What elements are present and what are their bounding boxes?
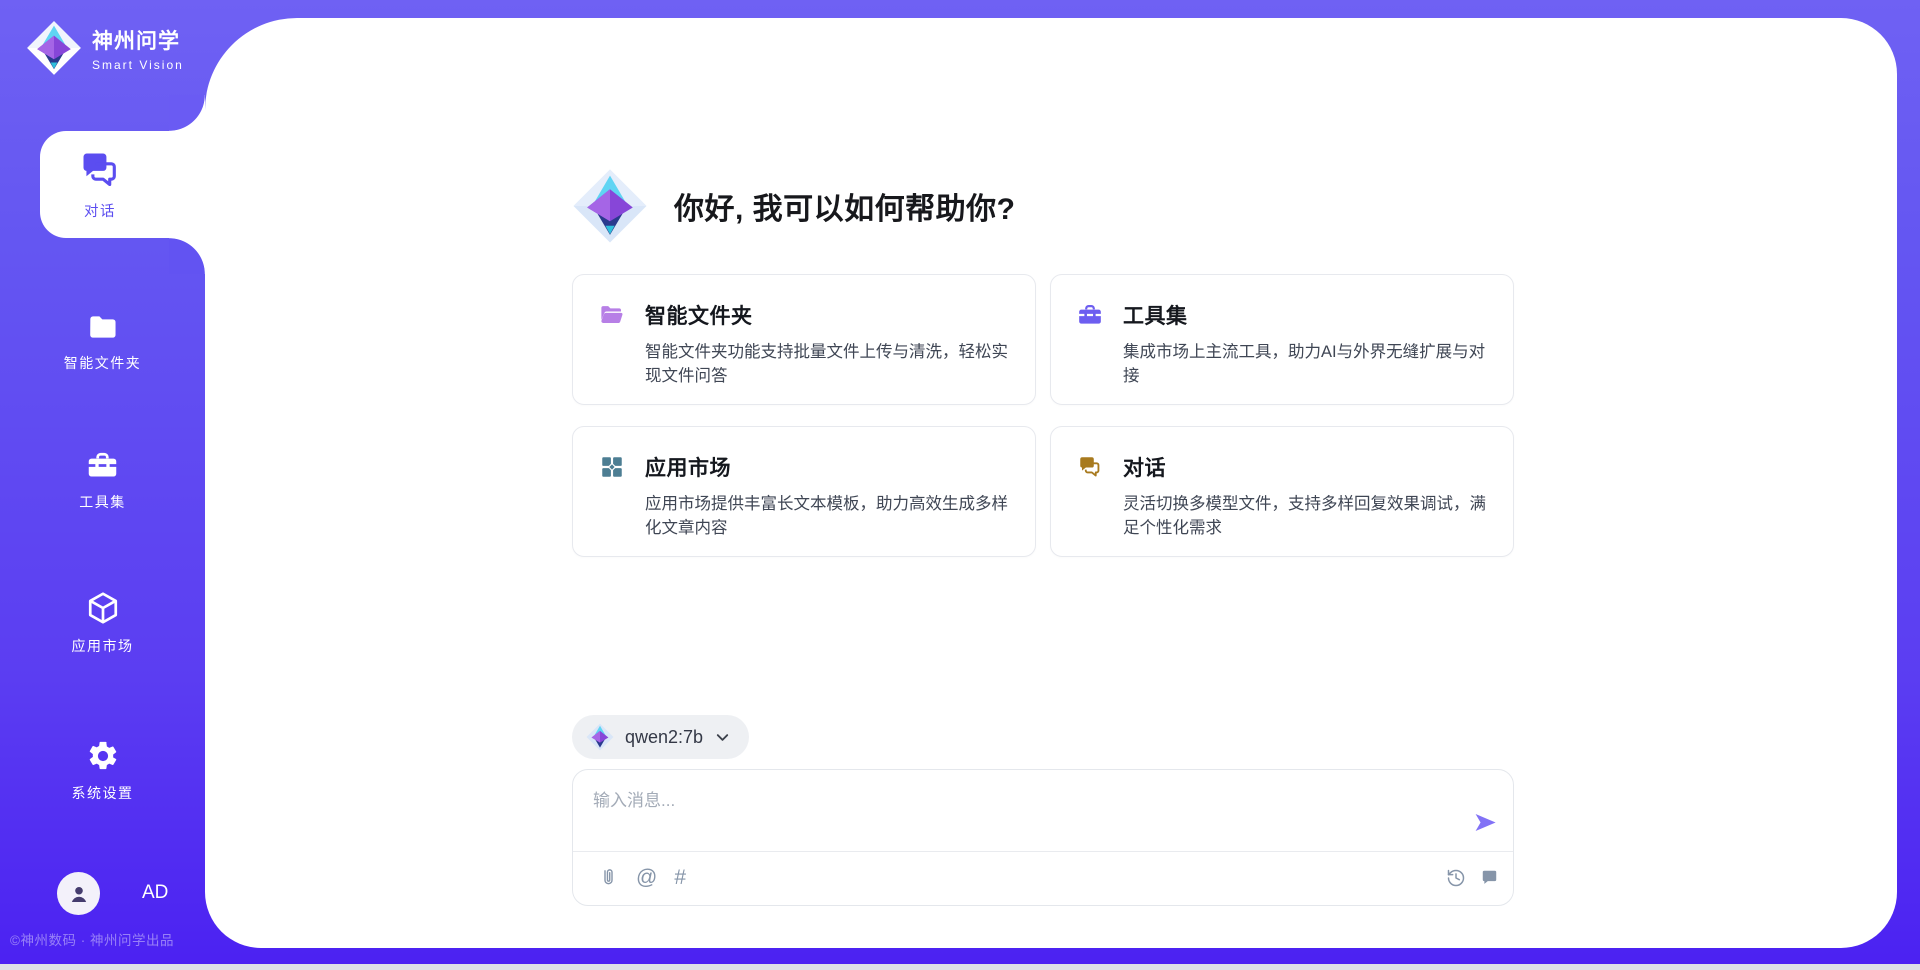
active-tab-fillet-bottom [169, 238, 205, 274]
sidebar-item-chat[interactable]: 对话 [40, 131, 205, 238]
sidebar-item-label: 应用市场 [0, 636, 205, 656]
sidebar-item-label: 智能文件夹 [0, 353, 205, 373]
gear-icon [86, 739, 120, 773]
card-description: 集成市场上主流工具，助力AI与外界无缝扩展与对接 [1123, 340, 1499, 388]
send-icon [1472, 809, 1499, 836]
model-logo-icon [586, 723, 614, 751]
toolbox-icon [1077, 302, 1103, 328]
composer-toolbar: @ # [573, 850, 1513, 905]
user-name: AD [142, 882, 168, 904]
folder-icon [87, 311, 119, 343]
card-description: 灵活切换多模型文件，支持多样回复效果调试，满足个性化需求 [1123, 492, 1499, 540]
card-description: 应用市场提供丰富长文本模板，助力高效生成多样化文章内容 [645, 492, 1021, 540]
sidebar-item-app-market[interactable]: 应用市场 [0, 590, 205, 656]
hash-icon[interactable]: # [674, 867, 686, 888]
cube-icon [85, 590, 121, 626]
send-button[interactable] [1470, 807, 1500, 837]
card-description: 智能文件夹功能支持批量文件上传与清洗，轻松实现文件问答 [645, 340, 1021, 388]
model-name: qwen2:7b [625, 727, 703, 748]
user-avatar-icon [66, 881, 92, 907]
card-app-market[interactable]: 应用市场 应用市场提供丰富长文本模板，助力高效生成多样化文章内容 [572, 426, 1036, 557]
card-title: 智能文件夹 [645, 300, 753, 330]
user-profile[interactable]: AD [0, 872, 205, 916]
sidebar-item-label: 对话 [84, 200, 116, 221]
feature-cards: 智能文件夹 智能文件夹功能支持批量文件上传与清洗，轻松实现文件问答 工具集 [572, 274, 1514, 557]
toolbox-icon [86, 449, 119, 482]
sidebar-item-toolset[interactable]: 工具集 [0, 449, 205, 512]
app-grid-icon [599, 454, 625, 480]
brand-subtitle: Smart Vision [92, 58, 184, 72]
at-icon[interactable]: @ [636, 867, 657, 888]
message-input[interactable] [573, 770, 1513, 850]
chat-bubbles-icon [1077, 454, 1103, 480]
chat-bubble-icon[interactable] [1480, 868, 1499, 887]
sidebar-item-smart-folder[interactable]: 智能文件夹 [0, 311, 205, 373]
sidebar: 神州问学 Smart Vision 对话 智能文件夹 [0, 0, 205, 970]
assistant-logo-icon [572, 168, 648, 244]
greeting-text: 你好, 我可以如何帮助你? [674, 184, 1016, 228]
copyright: ©神州数码 · 神州问学出品 [10, 929, 174, 949]
composer: @ # [572, 769, 1514, 906]
card-smart-folder[interactable]: 智能文件夹 智能文件夹功能支持批量文件上传与清洗，轻松实现文件问答 [572, 274, 1036, 405]
card-chat[interactable]: 对话 灵活切换多模型文件，支持多样回复效果调试，满足个性化需求 [1050, 426, 1514, 557]
history-icon[interactable] [1446, 868, 1466, 888]
app-window: 神州问学 Smart Vision 对话 智能文件夹 [0, 0, 1920, 970]
brand-name: 神州问学 [92, 25, 184, 55]
greeting-block: 你好, 我可以如何帮助你? [572, 168, 1016, 244]
card-title: 应用市场 [645, 452, 731, 482]
avatar[interactable] [57, 872, 100, 915]
sidebar-item-label: 系统设置 [0, 783, 205, 803]
bottom-strip [0, 964, 1920, 970]
active-tab-fillet-top [169, 95, 205, 131]
brand: 神州问学 Smart Vision [26, 20, 184, 76]
card-toolset[interactable]: 工具集 集成市场上主流工具，助力AI与外界无缝扩展与对接 [1050, 274, 1514, 405]
sidebar-item-settings[interactable]: 系统设置 [0, 739, 205, 803]
paperclip-icon[interactable] [598, 867, 619, 889]
sidebar-item-label: 工具集 [0, 492, 205, 512]
folder-open-icon [599, 302, 625, 328]
chat-bubbles-icon [78, 148, 122, 192]
card-title: 工具集 [1123, 300, 1188, 330]
brand-logo-icon [26, 20, 82, 76]
card-title: 对话 [1123, 452, 1166, 482]
model-selector[interactable]: qwen2:7b [572, 715, 749, 759]
chevron-down-icon [714, 729, 731, 746]
main-panel: 你好, 我可以如何帮助你? 智能文件夹 智能文件夹功能支持批量文件上传与清洗，轻… [205, 18, 1897, 948]
